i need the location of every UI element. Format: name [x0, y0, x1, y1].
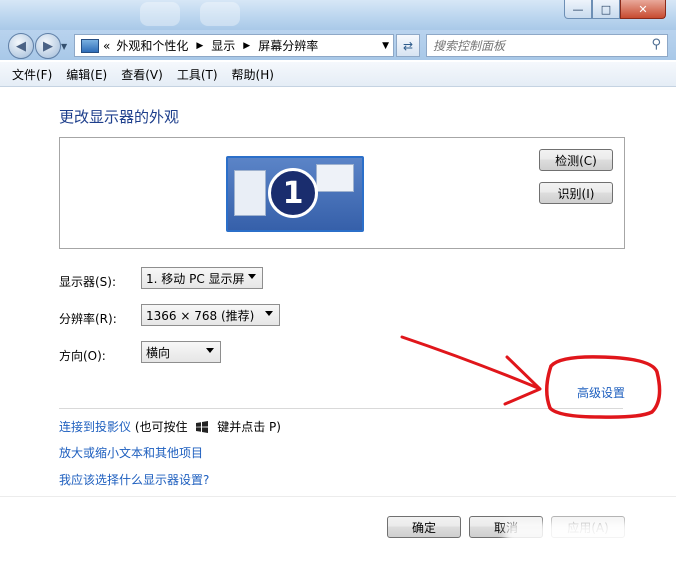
breadcrumb-screen-resolution[interactable]: 屏幕分辨率	[258, 37, 318, 54]
forward-arrow-icon[interactable]: ▶	[35, 33, 61, 59]
bottom-separator	[0, 496, 676, 497]
projector-hint: (也可按住	[134, 420, 188, 434]
title-bar: — □ ✕	[0, 0, 676, 30]
detect-button[interactable]: 检测(C)	[539, 149, 613, 171]
orientation-select[interactable]: 横向	[141, 341, 221, 363]
breadcrumb-display[interactable]: 显示	[211, 37, 235, 54]
windows-logo-icon	[196, 421, 209, 433]
text-size-link[interactable]: 放大或缩小文本和其他项目	[59, 444, 203, 461]
search-box[interactable]: ⚲	[426, 34, 668, 57]
search-input[interactable]	[427, 37, 645, 54]
advanced-settings-link[interactable]: 高级设置	[577, 384, 625, 401]
close-icon[interactable]: ✕	[620, 0, 666, 19]
monitor-window-thumbnail	[234, 170, 266, 216]
address-dropdown-icon[interactable]: ▼	[382, 41, 389, 51]
resolution-select[interactable]: 1366 × 768 (推荐)	[141, 304, 280, 326]
orientation-label: 方向(O):	[59, 349, 106, 363]
content-area: 更改显示器的外观 1 检测(C) 识别(I) 显示器(S): 1. 移动 PC …	[0, 87, 676, 588]
monitor-window-thumbnail	[316, 164, 354, 192]
projector-row: 连接到投影仪 (也可按住 键并点击 P)	[59, 418, 281, 435]
identify-button[interactable]: 识别(I)	[539, 182, 613, 204]
search-icon[interactable]: ⚲	[651, 37, 661, 52]
display-select[interactable]: 1. 移动 PC 显示屏	[141, 267, 263, 289]
window-controls: — □ ✕	[564, 0, 666, 20]
screen-resolution-window: — □ ✕ ◀ ▶ ▼ « 外观和个性化 ▶ 显示 ▶ 屏幕分辨率 ▼ ⇄ ⚲ …	[0, 0, 676, 588]
refresh-icon[interactable]: ⇄	[396, 34, 420, 57]
menu-file[interactable]: 文件(F)	[0, 66, 59, 83]
minimize-icon[interactable]: —	[564, 0, 592, 19]
address-bar[interactable]: « 外观和个性化 ▶ 显示 ▶ 屏幕分辨率 ▼	[74, 34, 394, 57]
breadcrumb-separator-icon[interactable]: ▶	[196, 41, 203, 51]
projector-hint-suffix: 键并点击 P)	[217, 420, 281, 434]
resolution-label: 分辨率(R):	[59, 312, 117, 326]
breadcrumb-separator-icon[interactable]: ▶	[243, 41, 250, 51]
breadcrumb-appearance[interactable]: 外观和个性化	[116, 37, 188, 54]
monitor-number: 1	[268, 168, 318, 218]
connect-projector-link[interactable]: 连接到投影仪	[59, 420, 131, 434]
monitor-1-icon[interactable]: 1	[226, 156, 364, 232]
menu-view[interactable]: 查看(V)	[114, 66, 170, 83]
menu-bar: 文件(F) 编辑(E) 查看(V) 工具(T) 帮助(H)	[0, 62, 676, 87]
chevron-down-icon	[248, 274, 256, 279]
resolution-select-value: 1366 × 768 (推荐)	[146, 308, 255, 323]
divider	[59, 408, 623, 409]
ok-button[interactable]: 确定	[387, 516, 461, 538]
page-title: 更改显示器的外观	[59, 108, 180, 126]
address-prefix[interactable]: «	[103, 39, 110, 53]
maximize-icon[interactable]: □	[592, 0, 620, 19]
display-preview-panel: 1 检测(C) 识别(I)	[59, 137, 625, 249]
navigation-bar: ◀ ▶ ▼ « 外观和个性化 ▶ 显示 ▶ 屏幕分辨率 ▼ ⇄ ⚲	[0, 30, 676, 60]
back-arrow-icon[interactable]: ◀	[8, 33, 34, 59]
history-dropdown-icon[interactable]: ▼	[61, 42, 67, 51]
glass-reflection	[200, 2, 240, 26]
chevron-down-icon	[265, 311, 273, 316]
menu-tools[interactable]: 工具(T)	[170, 66, 225, 83]
glass-reflection	[140, 2, 180, 26]
orientation-select-value: 横向	[146, 345, 171, 360]
display-label: 显示器(S):	[59, 275, 117, 289]
menu-help[interactable]: 帮助(H)	[225, 66, 281, 83]
menu-edit[interactable]: 编辑(E)	[59, 66, 114, 83]
display-select-value: 1. 移动 PC 显示屏	[146, 271, 245, 286]
chevron-down-icon	[206, 348, 214, 353]
image-smudge	[505, 522, 655, 568]
control-panel-icon	[81, 38, 99, 53]
which-settings-link[interactable]: 我应该选择什么显示器设置?	[59, 471, 209, 488]
